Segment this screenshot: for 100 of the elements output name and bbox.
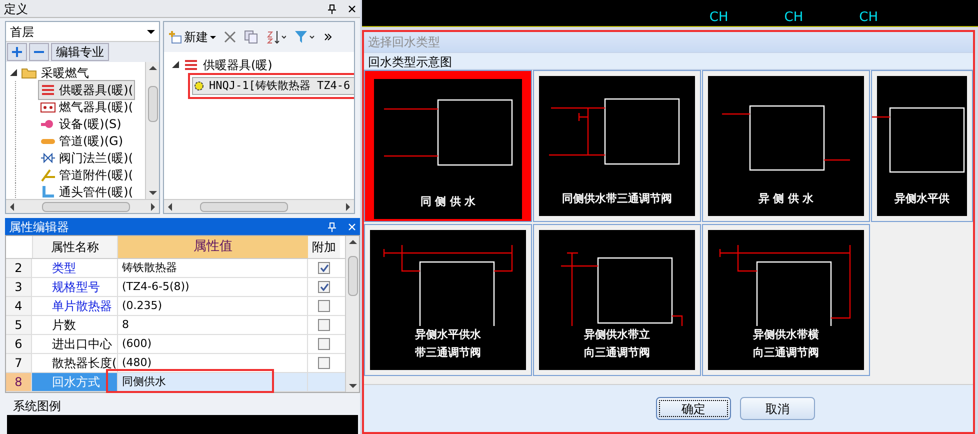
burner-icon <box>40 100 56 114</box>
checkbox[interactable] <box>318 300 330 312</box>
cad-label: CH <box>709 10 728 26</box>
cad-label: CH <box>784 10 804 26</box>
expand-arrow-icon[interactable] <box>172 61 179 68</box>
copy-icon[interactable] <box>244 30 258 44</box>
option-tile[interactable]: 异侧供水带立 向三通调节阀 <box>533 224 701 376</box>
collapse-all-button[interactable] <box>29 43 49 61</box>
dialog-button[interactable]: 确定 <box>656 397 731 420</box>
checkbox[interactable] <box>318 338 330 350</box>
dialog-button[interactable]: 取消 <box>740 397 815 420</box>
scrollbar-thumb[interactable] <box>148 86 158 122</box>
property-name: 片数 <box>32 316 118 334</box>
tree-item-label: 设备(暖)(S) <box>59 116 122 132</box>
option-caption: 向三通调节阀 <box>753 345 819 361</box>
tree-item-label: 供暖器具(暖)( <box>59 82 134 98</box>
scroll-down-icon[interactable] <box>348 384 356 388</box>
scroll-up-icon[interactable] <box>148 66 156 70</box>
scroll-left-icon[interactable] <box>10 202 14 210</box>
option-tile[interactable]: 异侧水平供 <box>871 70 973 222</box>
scroll-right-icon[interactable] <box>346 202 350 210</box>
horizontal-scrollbar[interactable] <box>6 199 159 213</box>
property-name: 回水方式 <box>32 373 118 391</box>
vertical-scrollbar[interactable] <box>345 236 359 392</box>
radiator-icon <box>183 58 199 72</box>
overflow-chevron-icon[interactable] <box>324 33 332 41</box>
tree-item[interactable]: HNQJ-1[铸铁散热器 TZ4-6 <box>192 77 354 95</box>
option-tile[interactable]: 异侧供水带横 向三通调节阀 <box>702 224 870 376</box>
property-row[interactable]: 4 单片散热器 (0.235) <box>6 297 345 316</box>
delete-icon[interactable] <box>224 31 236 43</box>
panel-title: 系统图例 <box>12 399 62 413</box>
column-header: 附加 <box>308 236 340 258</box>
checkbox[interactable] <box>318 281 330 293</box>
valve-icon <box>40 150 56 164</box>
panel-title: 定义 <box>4 0 28 18</box>
panel-title: 属性编辑器 <box>9 218 69 236</box>
sort-icon[interactable] <box>266 30 286 44</box>
edit-discipline-button[interactable]: 编辑专业 <box>51 43 109 61</box>
property-value[interactable]: 铸铁散热器 <box>118 259 308 277</box>
new-button[interactable]: 新建 <box>168 28 216 46</box>
tree-item-label: HNQJ-1[铸铁散热器 TZ4-6 <box>209 78 350 94</box>
tree-item[interactable]: 燃气器具(暖)( <box>38 96 136 116</box>
row-number: 7 <box>6 354 32 372</box>
property-value[interactable]: (480) <box>118 354 308 372</box>
tree-item[interactable]: 管道(暖)(G) <box>38 130 126 150</box>
scrollbar-thumb[interactable] <box>200 202 288 212</box>
option-tile[interactable]: 异侧水平供水 带三通调节阀 <box>364 224 532 376</box>
property-name: 规格型号 <box>32 278 118 296</box>
scroll-right-icon[interactable] <box>151 202 155 210</box>
property-row[interactable]: 6 进出口中心 (600) <box>6 335 345 354</box>
close-icon[interactable] <box>348 4 356 12</box>
property-value[interactable]: (TZ4-6-5(8)) <box>118 278 308 296</box>
property-row[interactable]: 2 类型 铸铁散热器 <box>6 259 345 278</box>
scrollbar-thumb[interactable] <box>42 202 130 212</box>
property-value[interactable]: 8 <box>118 316 308 334</box>
tree-item[interactable]: 采暖燃气 <box>41 64 89 82</box>
checkbox[interactable] <box>318 357 330 369</box>
property-value[interactable]: 同侧供水 <box>118 373 308 391</box>
cad-label: CH <box>859 10 878 26</box>
horizontal-scrollbar[interactable] <box>164 199 354 213</box>
scroll-up-icon[interactable] <box>348 240 356 244</box>
scroll-left-icon[interactable] <box>168 202 172 210</box>
tree-item[interactable]: 供暖器具(暖) <box>203 56 272 74</box>
pin-icon[interactable] <box>328 4 336 14</box>
tree-item-label: 阀门法兰(暖)( <box>59 150 134 166</box>
option-tile[interactable]: 同侧供水带三通调节阀 <box>533 70 701 222</box>
filter-icon[interactable] <box>294 30 316 44</box>
expand-all-button[interactable] <box>7 43 27 61</box>
checkbox[interactable] <box>318 319 330 331</box>
minus-icon <box>33 50 45 54</box>
row-number: 3 <box>6 278 32 296</box>
tree-item[interactable]: 阀门法兰(暖)( <box>38 148 136 168</box>
property-row[interactable]: 3 规格型号 (TZ4-6-5(8)) <box>6 278 345 297</box>
option-caption: 异侧供水带横 <box>753 327 819 343</box>
expand-arrow-icon[interactable] <box>10 69 17 76</box>
property-value[interactable]: (600) <box>118 335 308 353</box>
scroll-down-icon[interactable] <box>148 191 156 195</box>
tree-item-label: 通头管件(暖)( <box>59 184 134 199</box>
column-header: 属性值 <box>118 236 308 258</box>
radiator-icon <box>40 82 56 96</box>
option-tile[interactable]: 同 侧 供 水 <box>364 70 532 222</box>
option-caption: 异侧水平供 <box>894 191 950 207</box>
column-header: 属性名称 <box>32 236 118 258</box>
row-number: 2 <box>6 259 32 277</box>
property-name: 单片散热器 <box>32 297 118 315</box>
checkmark-icon <box>320 283 328 291</box>
option-tile[interactable]: 异 侧 供 水 <box>702 70 870 222</box>
dialog-title: 选择回水类型 <box>368 34 440 51</box>
checkbox[interactable] <box>318 262 330 274</box>
scrollbar-thumb[interactable] <box>348 256 358 296</box>
property-value[interactable]: (0.235) <box>118 297 308 315</box>
checkmark-icon <box>320 264 328 272</box>
tree-item[interactable]: 管道附件(暖)( <box>38 164 136 184</box>
new-item-icon <box>168 30 182 44</box>
tree-item[interactable]: 供暖器具(暖)( <box>38 80 136 100</box>
vertical-scrollbar[interactable] <box>145 62 159 199</box>
property-row[interactable]: 5 片数 8 <box>6 316 345 335</box>
row-number: 6 <box>6 335 32 353</box>
tree-item[interactable]: 通头管件(暖)( <box>38 182 136 199</box>
tree-item[interactable]: 设备(暖)(S) <box>38 114 124 134</box>
